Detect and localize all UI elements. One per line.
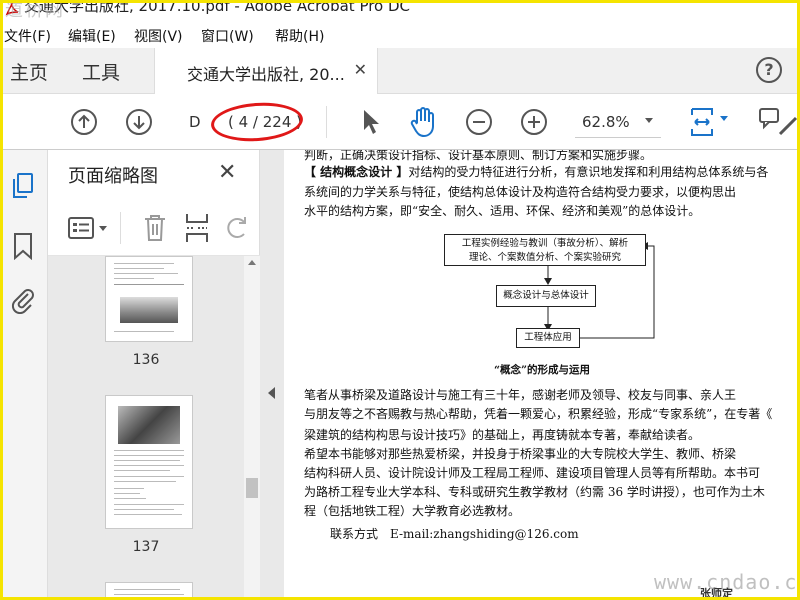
watermark-top: 道桥网 [5, 0, 65, 20]
select-cursor-icon[interactable] [360, 108, 382, 140]
left-rail [0, 150, 48, 600]
menu-bar: 文件(F) 编辑(E) 视图(V) 窗口(W) 帮助(H) [0, 22, 800, 48]
panel-divider [120, 212, 121, 244]
previous-page-icon[interactable] [70, 108, 98, 140]
comment-tool-icon[interactable] [758, 106, 800, 142]
panel-collapse-handle[interactable] [260, 150, 284, 600]
doc-line: 希望本书能够对那些热爱桥梁，并投身于桥梁事业的大专院校大学生、教师、桥梁 [304, 447, 737, 461]
doc-line: 笔者从事桥梁及道路设计与施工有三十年，感谢老师及领导、校友与同事、亲人王 [304, 388, 737, 402]
scrollbar-thumb[interactable] [246, 478, 258, 498]
tab-tools[interactable]: 工具 [82, 58, 120, 85]
flowchart-caption: “概念”的形成与运用 [493, 364, 591, 376]
scroll-up-icon[interactable] [248, 260, 256, 265]
fit-page-icon[interactable] [690, 106, 730, 142]
contact-line: 联系方式 E-mail:zhangshiding@126.com [330, 527, 579, 541]
menu-view[interactable]: 视图(V) [134, 26, 183, 46]
insert-page-icon[interactable] [184, 212, 210, 248]
tab-bar: 主页 工具 交通大学出版社, 20... ✕ ? [0, 48, 800, 94]
zoom-in-icon[interactable] [520, 108, 548, 140]
thumbnail-options-icon[interactable] [68, 216, 112, 246]
delete-page-icon[interactable] [142, 213, 168, 247]
bookmark-icon[interactable] [12, 232, 34, 264]
doc-line: 为路桥工程专业大学本科、专科或研究生教学教材（约需 36 学时讲授），也可作为土… [304, 485, 765, 499]
doc-line: 系统间的力学关系与特征，使结构总体设计及构造符合结构受力要求，以便构思出 [304, 185, 737, 199]
rotate-page-icon[interactable] [224, 214, 250, 246]
panel-toolbar [48, 204, 260, 256]
thumbnail-list: 136 137 [48, 256, 244, 600]
attachment-icon[interactable] [10, 286, 36, 318]
zoom-underline [575, 137, 661, 138]
menu-file[interactable]: 文件(F) [4, 26, 51, 46]
doc-line-rest: 对结构的受力特征进行分析，有意识地发挥和利用结构总体系统与各 [408, 165, 769, 179]
panel-title: 页面缩略图 [68, 166, 158, 187]
doc-line: 梁建筑的结构构思与设计技巧》的基础上，再度铸就本专著，奉献给读者。 [304, 428, 701, 442]
signature: 张师定 [700, 587, 733, 600]
thumbnail-page-next[interactable] [105, 582, 193, 600]
page-thumbnails-icon[interactable] [10, 172, 36, 204]
doc-line: 结构科研人员、设计院设计师及工程局工程师、建设项目管理人员等有所帮助。本书可 [304, 466, 761, 480]
thumbnail-label-137: 137 [132, 539, 160, 555]
toolbar: D ( 4 / 224 ) 62.8% [0, 94, 800, 150]
thumbnail-photo [120, 297, 178, 323]
flowchart-box: 工程实例经验与教训（事故分析）、解析 理论、个案数值分析、个案实验研究 [444, 234, 646, 266]
next-page-icon[interactable] [125, 108, 153, 140]
doc-line: 【 结构概念设计 】对结构的受力特征进行分析，有意识地发挥和利用结构总体系统与各 [304, 163, 794, 182]
thumbnail-page-136[interactable] [105, 256, 193, 342]
flowchart-box-line: 工程实例经验与教训（事故分析）、解析 [461, 238, 629, 249]
page-number-input[interactable]: D [189, 113, 207, 131]
help-icon[interactable]: ? [756, 57, 782, 83]
zoom-level[interactable]: 62.8% [582, 113, 630, 131]
thumbnail-page-137[interactable] [105, 395, 193, 529]
doc-line: 水平的结构方案，即“安全、耐久、适用、环保、经济和美观”的总体设计。 [304, 204, 701, 218]
red-annotation-circle [209, 99, 305, 145]
doc-line: 程（包括地铁工程）大学教育必选教材。 [304, 504, 521, 518]
zoom-out-icon[interactable] [465, 108, 493, 140]
thumbnail-scrollbar[interactable] [244, 256, 260, 600]
tab-home[interactable]: 主页 [10, 58, 48, 85]
flowchart-box: 工程体应用 [516, 328, 580, 348]
flowchart-box: 概念设计与总体设计 [496, 285, 596, 307]
title-bar: 交通大学出版社, 2017.10.pdf - Adobe Acrobat Pro… [0, 0, 800, 20]
hand-tool-icon[interactable] [408, 106, 438, 142]
zoom-dropdown-icon[interactable] [645, 118, 653, 123]
tab-document[interactable]: 交通大学出版社, 20... ✕ [154, 48, 378, 94]
close-tab-icon[interactable]: ✕ [354, 60, 367, 79]
window-title: 交通大学出版社, 2017.10.pdf - Adobe Acrobat Pro… [24, 0, 411, 15]
menu-help[interactable]: 帮助(H) [275, 26, 324, 46]
menu-edit[interactable]: 编辑(E) [68, 26, 116, 46]
tab-document-label: 交通大学出版社, 20... [187, 65, 345, 84]
thumbnail-photo [118, 406, 180, 444]
flowchart-box-line: 理论、个案数值分析、个案实验研究 [468, 252, 621, 263]
doc-line: 与朋友等之不吝赐教与热心帮助，凭着一颗爱心，积累经验，形成“专家系统”，在专著《 [304, 407, 773, 421]
thumbnail-label-136: 136 [132, 352, 160, 368]
doc-heading: 【 结构概念设计 】 [304, 165, 409, 179]
page-thumbnails-panel: 页面缩略图 ✕ 136 137 [48, 150, 260, 600]
document-view[interactable]: 判断，正确决策设计指标、设计基本原则、制订方案和实施步骤。 【 结构概念设计 】… [284, 150, 800, 600]
collapse-arrow-icon [268, 387, 275, 399]
close-panel-icon[interactable]: ✕ [218, 160, 236, 185]
menu-window[interactable]: 窗口(W) [201, 26, 254, 46]
toolbar-divider [326, 106, 327, 138]
